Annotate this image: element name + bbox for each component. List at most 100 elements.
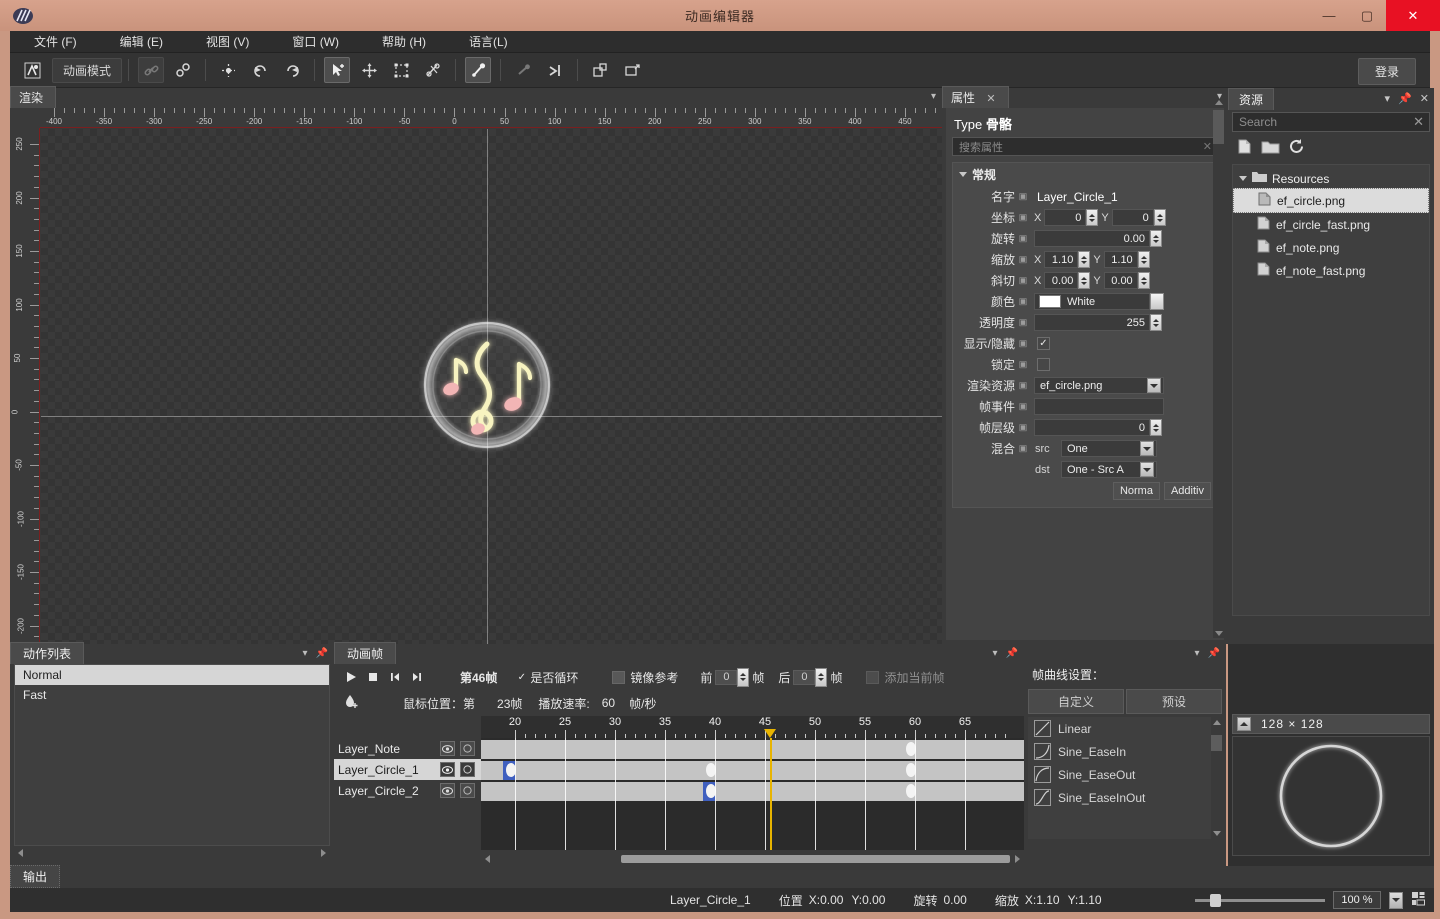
coord-x-stepper[interactable] — [1086, 209, 1099, 226]
animation-canvas[interactable] — [41, 129, 942, 644]
blend-src-select[interactable]: One — [1061, 440, 1157, 457]
scroll-right-icon[interactable] — [321, 849, 326, 857]
pin-icon[interactable]: 📌 — [1006, 648, 1018, 659]
tab-curve-custom[interactable]: 自定义 — [1028, 689, 1124, 714]
redo-rotate-icon[interactable] — [279, 57, 305, 83]
timeline-ruler[interactable]: 20 25 30 35 40 45 50 55 60 65 — [481, 716, 1024, 738]
menu-help[interactable]: 帮助 (H) — [372, 31, 436, 52]
chevron-down-icon[interactable] — [1147, 378, 1161, 393]
eye-icon[interactable] — [440, 741, 455, 756]
undo-rotate-icon[interactable] — [247, 57, 273, 83]
resources-search-input[interactable]: Search ✕ — [1232, 112, 1430, 132]
keyframe-flag-icon[interactable]: ▣ — [1015, 359, 1031, 370]
close-icon[interactable]: ✕ — [986, 93, 995, 105]
vertical-ruler[interactable]: 250 200 150 100 50 0 -50 -100 -150 -200 — [10, 128, 40, 670]
chevron-down-icon[interactable] — [1140, 441, 1154, 456]
scale-x-stepper[interactable] — [1078, 251, 1091, 268]
minimize-button[interactable]: — — [1310, 0, 1348, 31]
chevron-down-icon[interactable]: ▾ — [1195, 648, 1200, 659]
menu-window[interactable]: 窗口 (W) — [282, 31, 349, 52]
scrollbar-thumb[interactable] — [1211, 735, 1222, 751]
tab-curve-preset[interactable]: 预设 — [1126, 689, 1222, 714]
alpha-stepper[interactable] — [1150, 314, 1162, 331]
maximize-button[interactable]: ▢ — [1348, 0, 1386, 31]
login-button[interactable]: 登录 — [1357, 58, 1416, 85]
triangle-collapse-icon[interactable] — [1239, 176, 1247, 181]
tab-render[interactable]: 渲染 — [10, 86, 57, 108]
track-row-layer-circle-1[interactable]: Layer_Circle_1 — [334, 759, 481, 780]
timeline-track-grid[interactable] — [481, 738, 1024, 850]
lock-checkbox[interactable] — [1037, 358, 1050, 371]
triangle-collapse-icon[interactable] — [959, 172, 967, 177]
tab-resources[interactable]: 资源 — [1228, 88, 1275, 110]
resource-item-ef-circle[interactable]: ef_circle.png — [1233, 188, 1429, 213]
track-band-circle2[interactable] — [481, 782, 1024, 801]
frame-layer-input[interactable]: 0 — [1034, 419, 1150, 436]
keyframe-flag-icon[interactable]: ▣ — [1015, 338, 1031, 349]
menu-language[interactable]: 语言(L) — [459, 31, 518, 52]
open-folder-icon[interactable] — [1261, 138, 1280, 158]
scrollbar-thumb[interactable] — [621, 855, 1010, 863]
zoom-input[interactable]: 100 % — [1333, 891, 1381, 909]
track-band-note[interactable] — [481, 740, 1024, 759]
clear-icon[interactable]: ✕ — [1203, 140, 1212, 153]
frame-event-input[interactable] — [1034, 398, 1164, 415]
scroll-down-icon[interactable] — [1215, 631, 1223, 636]
triangle-collapse-icon[interactable] — [1237, 717, 1251, 731]
before-frames-stepper[interactable] — [737, 667, 750, 687]
tab-action-list[interactable]: 动作列表 — [10, 642, 85, 664]
keyframe-flag-icon[interactable]: ▣ — [1015, 275, 1031, 286]
menu-edit[interactable]: 编辑 (E) — [110, 31, 173, 52]
refresh-icon[interactable] — [1288, 138, 1305, 158]
properties-scrollbar[interactable] — [1213, 100, 1224, 638]
render-resource-select[interactable]: ef_circle.png — [1034, 377, 1164, 394]
stop-button[interactable] — [362, 667, 384, 687]
keyframe-flag-icon[interactable]: ▣ — [1015, 317, 1031, 328]
rotate-input[interactable]: 0.00 — [1034, 230, 1150, 247]
rotate-stepper[interactable] — [1150, 230, 1162, 247]
timeline-playhead[interactable] — [770, 738, 772, 850]
tab-animation-frame[interactable]: 动画帧 — [334, 642, 397, 664]
add-keyframe-icon[interactable] — [344, 694, 359, 712]
resource-item-ef-note[interactable]: ef_note.png — [1233, 236, 1429, 259]
chevron-down-icon[interactable]: ▾ — [993, 648, 998, 659]
tab-properties[interactable]: 属性 ✕ — [942, 86, 1009, 108]
clear-icon[interactable]: ✕ — [1413, 114, 1424, 130]
scroll-up-icon[interactable] — [1215, 100, 1223, 105]
keyframe-flag-icon[interactable]: ▣ — [1015, 380, 1031, 391]
new-layer-icon[interactable] — [587, 57, 613, 83]
scroll-right-icon[interactable] — [1015, 855, 1020, 863]
prev-frame-button[interactable] — [384, 667, 406, 687]
animation-mode-label[interactable]: 动画模式 — [52, 57, 123, 83]
action-item-fast[interactable]: Fast — [15, 685, 329, 705]
eye-icon[interactable] — [440, 762, 455, 777]
frame-layer-stepper[interactable] — [1150, 419, 1162, 436]
visible-checkbox[interactable]: ✓ — [1037, 337, 1050, 350]
close-icon[interactable]: ✕ — [1420, 92, 1429, 105]
blend-additive-button[interactable]: Additiv — [1163, 481, 1211, 500]
lock-icon[interactable] — [460, 783, 475, 798]
tab-output[interactable]: 输出 — [10, 865, 61, 888]
add-current-frame-checkbox[interactable] — [866, 670, 880, 684]
track-row-layer-circle-2[interactable]: Layer_Circle_2 — [334, 780, 481, 801]
color-swatch[interactable] — [1039, 295, 1061, 308]
unlink-icon[interactable] — [170, 57, 196, 83]
play-button[interactable] — [340, 667, 362, 687]
color-picker-button[interactable] — [1150, 293, 1164, 310]
tree-root-resources[interactable]: Resources — [1233, 169, 1429, 188]
scale-x-input[interactable]: 1.10 — [1044, 251, 1079, 268]
pin-icon[interactable]: 📌 — [316, 648, 328, 659]
next-frame-button[interactable] — [406, 667, 428, 687]
before-frames-input[interactable]: 0 — [715, 669, 738, 685]
timeline-hscrollbar[interactable] — [481, 852, 1024, 866]
blend-dst-select[interactable]: One - Src A — [1061, 461, 1157, 478]
zoom-slider-knob[interactable] — [1210, 893, 1221, 907]
chevron-down-icon[interactable]: ▾ — [303, 648, 308, 659]
curve-preset-sine-easeout[interactable]: Sine_EaseOut — [1028, 763, 1222, 786]
bone-ik-icon[interactable] — [542, 57, 568, 83]
scroll-up-icon[interactable] — [1213, 720, 1221, 725]
action-item-normal[interactable]: Normal — [15, 665, 329, 685]
scale-tool-icon[interactable] — [388, 57, 414, 83]
action-list-hscrollbar[interactable] — [14, 846, 330, 860]
after-frames-input[interactable]: 0 — [793, 669, 816, 685]
